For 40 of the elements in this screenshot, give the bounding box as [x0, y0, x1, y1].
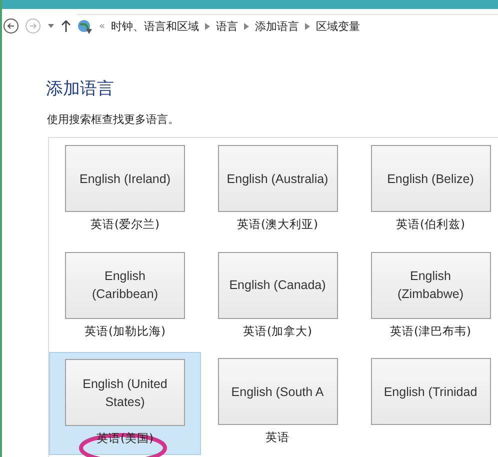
- language-label: 英语(爱尔兰): [90, 217, 160, 232]
- language-tile[interactable]: English (Belize): [370, 145, 490, 212]
- language-label: 英语(津巴布韦): [390, 324, 471, 339]
- language-tile[interactable]: English (South A: [218, 358, 338, 426]
- dropdown-icon[interactable]: [47, 22, 55, 30]
- language-tile[interactable]: English (Ireland): [65, 145, 185, 212]
- language-label: 英语: [266, 430, 290, 446]
- breadcrumb-item[interactable]: 时钟、语言和区域: [111, 19, 200, 34]
- language-tile[interactable]: English (Zimbabwe): [370, 252, 490, 319]
- language-cell[interactable]: English (Belize) 英语(伯利兹): [354, 139, 498, 242]
- up-arrow-icon[interactable]: [61, 19, 71, 33]
- language-cell[interactable]: English (Caribbean) 英语(加勒比海): [49, 246, 201, 349]
- language-cell[interactable]: English (Australia) 英语(澳大利亚): [201, 139, 354, 242]
- back-icon[interactable]: [3, 18, 19, 34]
- language-cell[interactable]: English (Ireland) 英语(爱尔兰): [49, 139, 201, 242]
- language-label: 英语(澳大利亚): [237, 217, 318, 232]
- language-label: 英语(加勒比海): [84, 324, 166, 339]
- chevron-icon[interactable]: [244, 23, 250, 30]
- page-heading: 添加语言: [46, 78, 115, 100]
- language-label: 英语(加拿大): [243, 324, 312, 339]
- forward-icon[interactable]: [25, 18, 41, 34]
- language-cell[interactable]: English (Canada) 英语(加拿大): [201, 246, 354, 349]
- language-cell[interactable]: English (South A 英语: [201, 352, 354, 456]
- breadcrumb-item[interactable]: 区域变量: [316, 19, 360, 34]
- chevron-icon[interactable]: [305, 23, 310, 30]
- breadcrumb-item[interactable]: 添加语言: [255, 19, 300, 34]
- chevron-icon[interactable]: [205, 23, 210, 30]
- overflow-chevron[interactable]: «: [99, 21, 106, 32]
- language-tile[interactable]: English (Australia): [218, 145, 338, 212]
- hint-text: 使用搜索框查找更多语言。: [47, 112, 180, 127]
- language-tile[interactable]: English (Canada): [218, 252, 338, 319]
- globe-icon: [77, 18, 93, 34]
- breadcrumb-item[interactable]: 语言: [216, 19, 238, 34]
- language-tile[interactable]: English (United States): [65, 359, 185, 426]
- address-bar[interactable]: « 时钟、语言和区域 语言 添加语言 区域变量: [77, 14, 498, 38]
- language-cell[interactable]: English (Trinidad: [354, 352, 498, 456]
- language-tile[interactable]: English (Trinidad: [370, 358, 490, 426]
- language-label: 英语(伯利兹): [396, 217, 465, 232]
- language-cell[interactable]: English (Zimbabwe) 英语(津巴布韦): [354, 246, 498, 349]
- language-tile[interactable]: English (Caribbean): [65, 252, 185, 319]
